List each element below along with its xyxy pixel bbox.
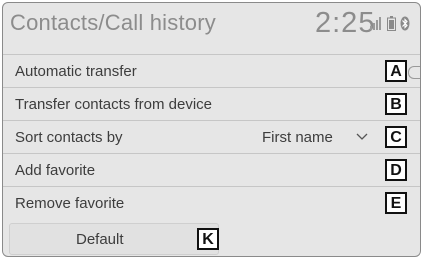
add-favorite-row[interactable]: Add favorite D: [3, 153, 420, 186]
automatic-transfer-row[interactable]: Automatic transfer A: [3, 54, 420, 87]
chevron-down-icon[interactable]: [356, 133, 368, 141]
page-title: Contacts/Call history: [10, 10, 216, 35]
status-bar: [370, 16, 420, 34]
callout-k: K: [197, 228, 219, 250]
callout-e: E: [385, 192, 407, 214]
clock: 2:25: [315, 7, 376, 39]
transfer-contacts-row[interactable]: Transfer contacts from device B: [3, 87, 420, 120]
default-button-label: Default: [76, 231, 124, 248]
callout-b: B: [385, 93, 407, 115]
automatic-transfer-label: Automatic transfer: [15, 63, 137, 80]
callout-c: C: [385, 126, 407, 148]
header: Contacts/Call history 2:25: [3, 3, 420, 47]
sort-contacts-label: Sort contacts by: [15, 129, 123, 146]
bluetooth-icon: [400, 16, 410, 31]
callout-d: D: [385, 159, 407, 181]
default-button[interactable]: Default: [9, 223, 219, 255]
sort-contacts-row[interactable]: Sort contacts by First name C: [3, 120, 420, 153]
transfer-contacts-label: Transfer contacts from device: [15, 96, 213, 113]
sort-contacts-value[interactable]: First name: [262, 129, 333, 146]
toggle-indicator[interactable]: [408, 66, 420, 79]
battery-icon: [387, 16, 396, 31]
add-favorite-label: Add favorite: [15, 162, 96, 179]
signal-icon: [370, 17, 381, 30]
remove-favorite-row[interactable]: Remove favorite E: [3, 186, 420, 219]
contacts-settings-screen: Contacts/Call history 2:25 Automatic tra…: [2, 2, 421, 257]
callout-a: A: [385, 60, 407, 82]
remove-favorite-label: Remove favorite: [15, 195, 125, 212]
